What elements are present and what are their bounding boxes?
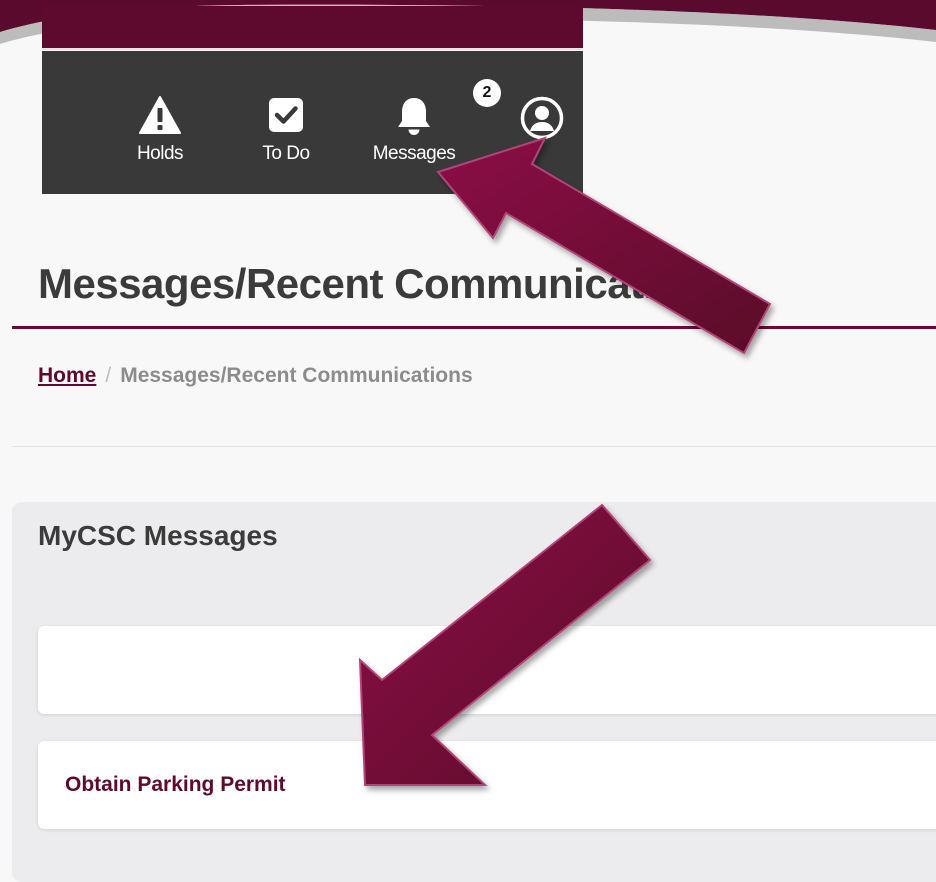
checkbox-icon xyxy=(226,95,346,137)
header-nav-bar: Holds To Do Messages 2 xyxy=(42,51,583,194)
nav-todo-label: To Do xyxy=(262,143,310,164)
message-card-parking[interactable]: Obtain Parking Permit xyxy=(38,741,936,829)
nav-holds-label: Holds xyxy=(136,143,184,164)
title-rule xyxy=(12,326,936,329)
nav-messages-label: Messages xyxy=(372,143,456,164)
warning-icon xyxy=(100,95,220,137)
messages-panel-title: MyCSC Messages xyxy=(38,520,278,551)
section-divider xyxy=(12,446,936,447)
page-title: Messages/Recent Communications xyxy=(38,260,728,307)
breadcrumb-current: Messages/Recent Communications xyxy=(120,364,473,387)
breadcrumb: Home / Messages/Recent Communications xyxy=(38,364,473,388)
nav-messages[interactable]: Messages xyxy=(354,95,474,185)
header-top-bar xyxy=(42,6,583,50)
nav-todo[interactable]: To Do xyxy=(226,95,346,185)
nav-profile[interactable] xyxy=(482,95,602,185)
nav-holds[interactable]: Holds xyxy=(100,95,220,185)
message-card[interactable] xyxy=(38,626,936,714)
bell-icon xyxy=(354,95,474,137)
obtain-parking-permit-link[interactable]: Obtain Parking Permit xyxy=(65,773,286,797)
breadcrumb-separator: / xyxy=(105,364,112,387)
user-profile-icon xyxy=(482,95,602,140)
breadcrumb-home-link[interactable]: Home xyxy=(38,364,96,387)
